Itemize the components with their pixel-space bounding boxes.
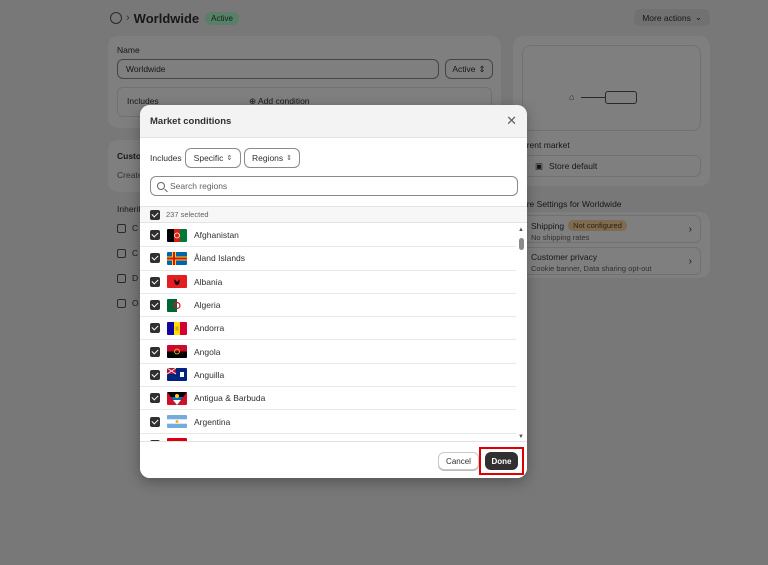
country-list: Afghanistan Åland Islands Albania Algeri… xyxy=(140,224,516,441)
close-icon[interactable]: ✕ xyxy=(506,113,517,129)
select-all-checkbox[interactable] xyxy=(150,209,160,220)
modal-header: Market conditions ✕ xyxy=(140,105,527,138)
list-item[interactable]: Anguilla xyxy=(140,364,516,388)
country-name: Argentina xyxy=(194,416,231,427)
scroll-up-icon[interactable]: ▲ xyxy=(518,227,524,233)
checkbox[interactable] xyxy=(150,323,160,334)
search-field[interactable] xyxy=(150,176,518,196)
scroll-down-icon[interactable]: ▼ xyxy=(518,434,524,440)
country-name: Algeria xyxy=(194,300,221,311)
list-item[interactable]: Algeria xyxy=(140,294,516,318)
list-item[interactable]: Albania xyxy=(140,271,516,294)
scrollbar-thumb[interactable] xyxy=(519,238,524,250)
country-name: Antigua & Barbuda xyxy=(194,393,266,404)
region-list: 237 selected Afghanistan Åland Islands A… xyxy=(140,206,527,441)
search-icon xyxy=(157,182,165,190)
country-name: Angola xyxy=(194,346,221,357)
flag-andorra-icon xyxy=(167,321,187,335)
flag-aland-islands-icon xyxy=(167,251,187,265)
list-item[interactable]: Andorra xyxy=(140,317,516,341)
list-item[interactable]: Angola xyxy=(140,340,516,364)
checkbox[interactable] xyxy=(150,416,160,427)
regions-select-label: Regions xyxy=(251,153,284,163)
flag-argentina-icon xyxy=(167,415,187,429)
includes-label: Includes xyxy=(150,153,182,163)
checkbox[interactable] xyxy=(150,346,160,357)
scrollbar[interactable]: ▲ ▼ xyxy=(517,224,525,441)
country-name: Andorra xyxy=(194,323,225,334)
regions-select[interactable]: Regions ⇕ xyxy=(244,148,300,168)
list-item[interactable]: A xyxy=(140,434,516,441)
checkbox[interactable] xyxy=(150,276,160,287)
list-item[interactable]: Afghanistan xyxy=(140,224,516,248)
checkbox[interactable] xyxy=(150,300,160,311)
checkbox[interactable] xyxy=(150,369,160,380)
selected-count: 237 selected xyxy=(166,210,209,219)
select-arrows-icon: ⇕ xyxy=(226,155,233,162)
flag-albania-icon xyxy=(167,275,187,289)
country-name: Åland Islands xyxy=(194,253,246,264)
checkbox[interactable] xyxy=(150,230,160,241)
modal-title: Market conditions xyxy=(150,116,232,127)
flag-angola-icon xyxy=(167,345,187,359)
flag-algeria-icon xyxy=(167,298,187,312)
list-item[interactable]: Antigua & Barbuda xyxy=(140,387,516,411)
search-input[interactable] xyxy=(170,181,500,191)
flag-afghanistan-icon xyxy=(167,228,187,242)
country-name: Afghanistan xyxy=(194,230,239,241)
list-item[interactable]: Argentina xyxy=(140,410,516,434)
list-item[interactable]: Åland Islands xyxy=(140,247,516,271)
specific-select[interactable]: Specific ⇕ xyxy=(185,148,241,168)
select-arrows-icon: ⇕ xyxy=(286,155,293,162)
market-conditions-modal: Market conditions ✕ Includes Specific ⇕ … xyxy=(140,105,527,478)
country-name: Anguilla xyxy=(194,369,225,380)
cancel-button[interactable]: Cancel xyxy=(438,452,479,470)
done-button[interactable]: Done xyxy=(485,452,518,470)
checkbox[interactable] xyxy=(150,393,160,404)
select-all-row[interactable]: 237 selected xyxy=(140,207,527,223)
checkbox[interactable] xyxy=(150,253,160,264)
flag-antigua-barbuda-icon xyxy=(167,391,187,405)
specific-select-label: Specific xyxy=(193,153,224,163)
country-name: Albania xyxy=(194,276,223,287)
modal-footer: Cancel xyxy=(140,441,527,478)
flag-anguilla-icon xyxy=(167,368,187,382)
